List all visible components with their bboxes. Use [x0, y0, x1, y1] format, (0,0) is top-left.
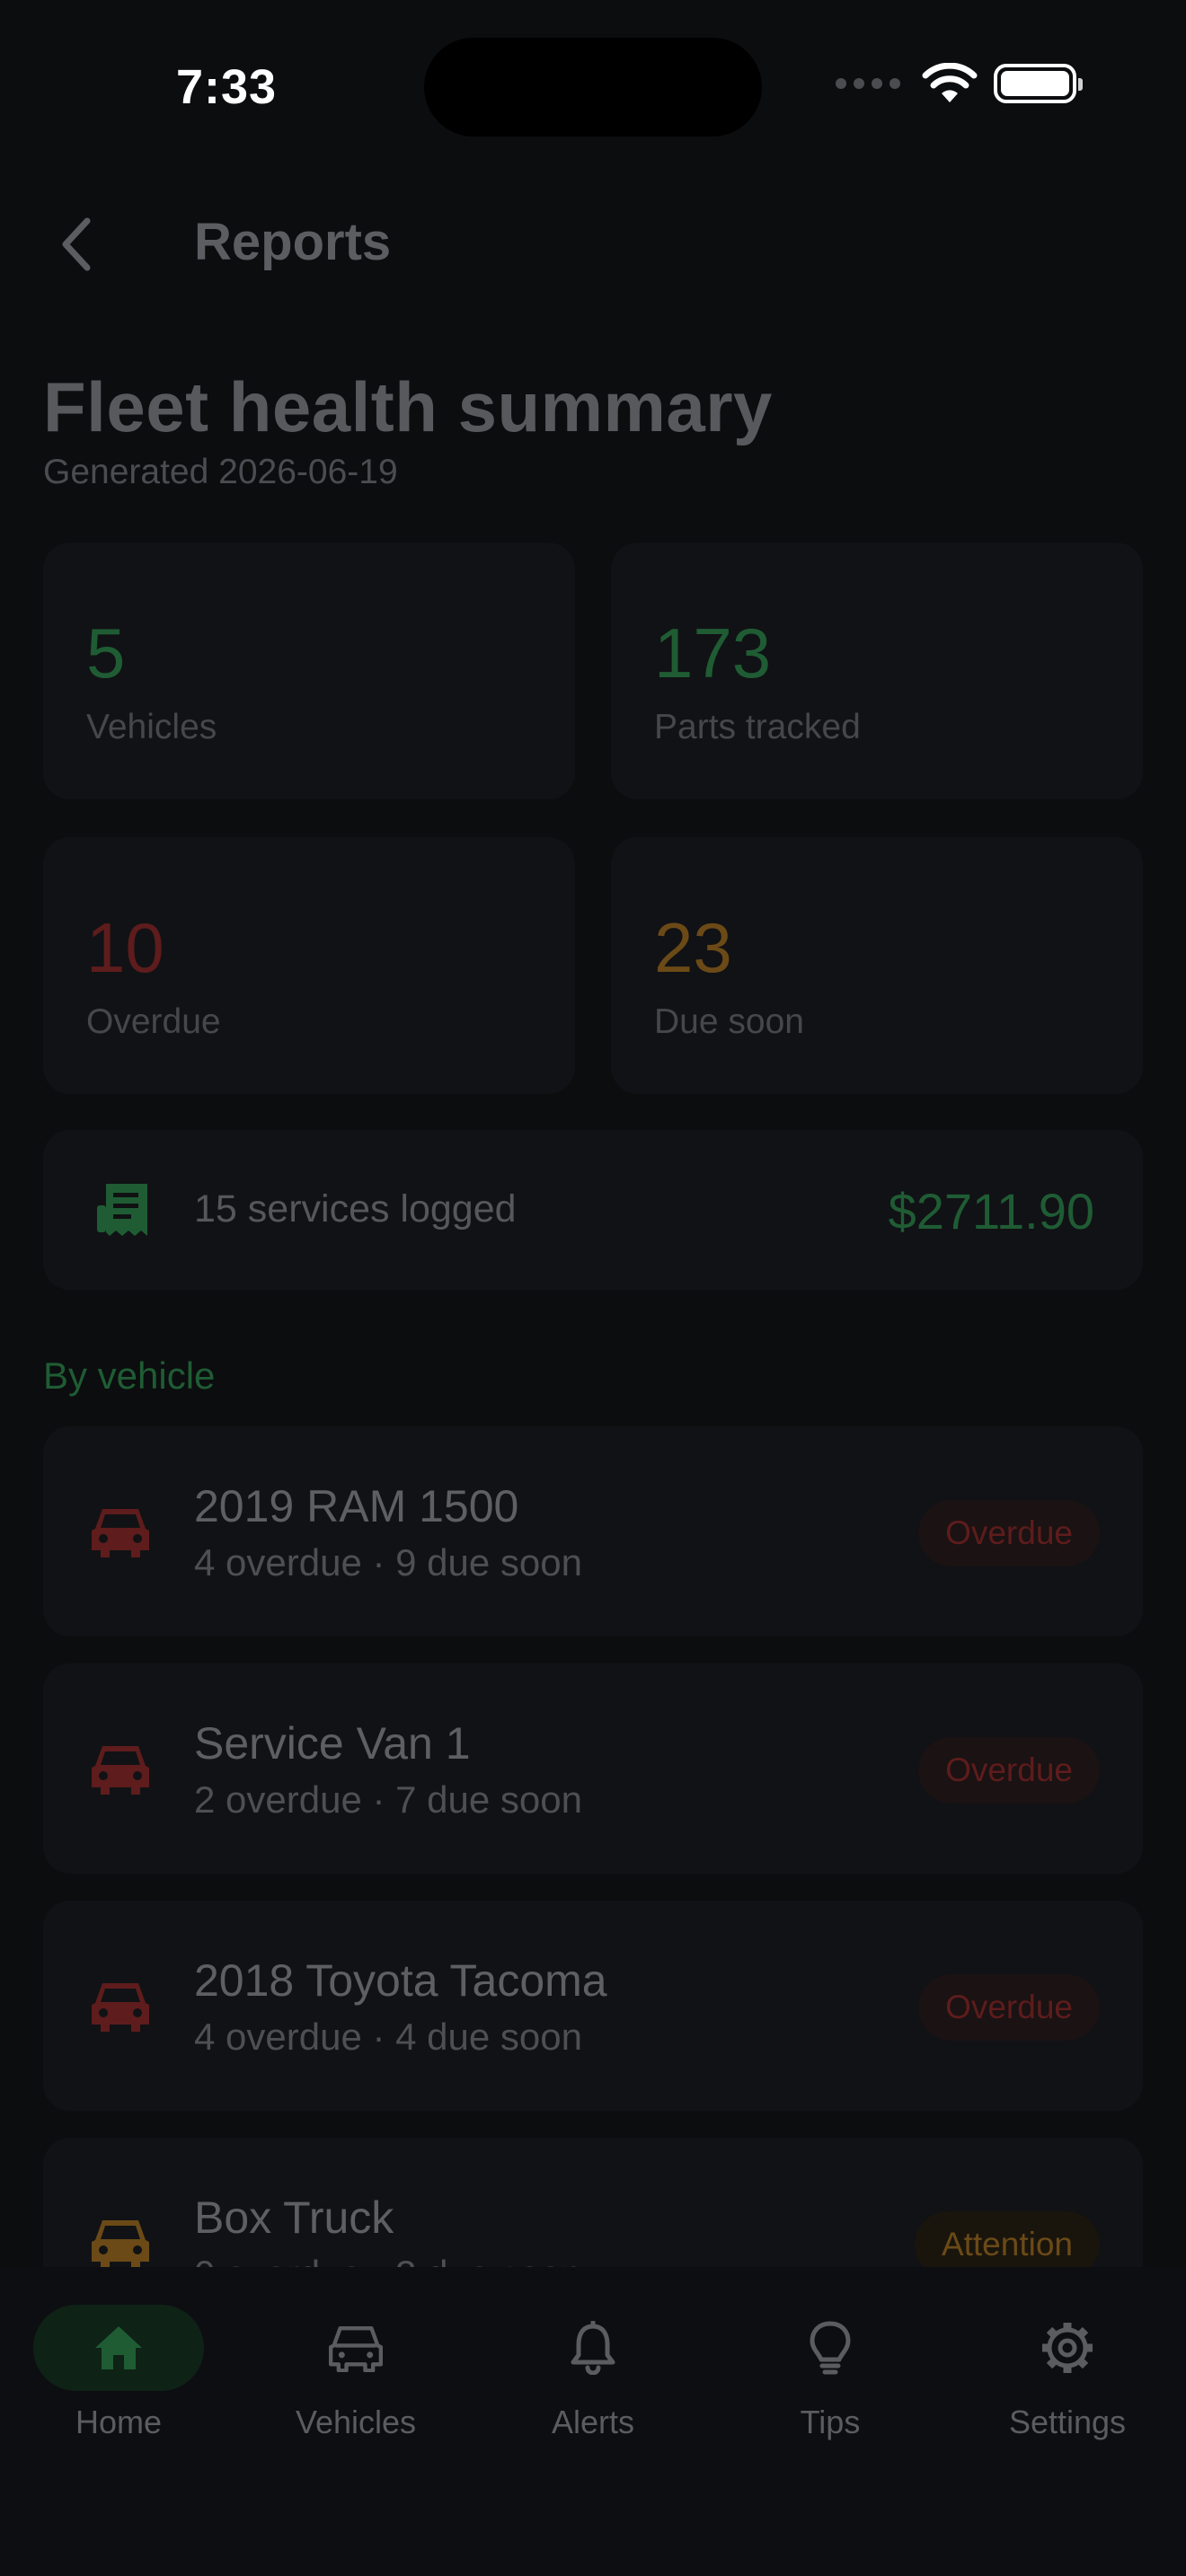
- nav-vehicles[interactable]: Vehicles: [266, 2305, 446, 2441]
- stat-card-parts: 173 Parts tracked: [611, 543, 1143, 799]
- nav-label: Vehicles: [295, 2404, 417, 2440]
- vehicle-detail: 2 overdue · 7 due soon: [194, 1778, 582, 1821]
- bell-icon: [508, 2305, 678, 2391]
- wifi-icon: [922, 63, 978, 102]
- lightbulb-icon: [745, 2305, 916, 2391]
- gear-icon: [982, 2305, 1153, 2391]
- page-title: Reports: [194, 213, 392, 271]
- status-badge: Overdue: [918, 1974, 1100, 2041]
- stat-label: Overdue: [86, 1002, 221, 1041]
- receipt-icon: [97, 1184, 147, 1236]
- nav-alerts[interactable]: Alerts: [503, 2305, 683, 2441]
- car-icon: [92, 1983, 149, 2032]
- vehicle-name: 2019 RAM 1500: [194, 1481, 519, 1531]
- nav-label: Settings: [1008, 2404, 1127, 2440]
- car-icon: [92, 2220, 149, 2269]
- car-icon: [92, 1509, 149, 1557]
- nav-label: Tips: [800, 2404, 861, 2440]
- vehicle-row[interactable]: Service Van 1 2 overdue · 7 due soon Ove…: [43, 1663, 1143, 1874]
- stat-card-due-soon: 23 Due soon: [611, 837, 1143, 1094]
- services-count: 15 services logged: [194, 1187, 517, 1231]
- nav-tips[interactable]: Tips: [740, 2305, 920, 2441]
- vehicle-name: 2018 Toyota Tacoma: [194, 1955, 607, 2006]
- vehicle-name: Service Van 1: [194, 1718, 471, 1769]
- bottom-nav: Home Vehicles Alerts Tips Settings: [0, 2267, 1186, 2576]
- car-icon: [92, 1746, 149, 1795]
- section-by-vehicle: By vehicle: [43, 1354, 216, 1397]
- stat-card-overdue: 10 Overdue: [43, 837, 575, 1094]
- nav-label: Alerts: [551, 2404, 635, 2440]
- stat-card-vehicles: 5 Vehicles: [43, 543, 575, 799]
- summary-title: Fleet health summary: [43, 367, 773, 446]
- stat-label: Parts tracked: [654, 708, 861, 746]
- status-time: 7:33: [176, 60, 278, 114]
- status-badge: Overdue: [918, 1500, 1100, 1566]
- services-total: $2711.90: [888, 1183, 1094, 1239]
- reports-screen: 7:33 Reports Fleet health summary Genera…: [0, 0, 1186, 2576]
- nav-label: Home: [75, 2404, 163, 2440]
- vehicle-row[interactable]: 2019 RAM 1500 4 overdue · 9 due soon Ove…: [43, 1426, 1143, 1636]
- nav-home[interactable]: Home: [29, 2305, 208, 2441]
- services-summary-card[interactable]: 15 services logged $2711.90: [43, 1130, 1143, 1290]
- vehicle-name: Box Truck: [194, 2192, 394, 2243]
- stat-value: 23: [654, 908, 732, 987]
- back-button[interactable]: [45, 208, 108, 280]
- stat-value: 10: [86, 908, 164, 987]
- status-badge: Overdue: [918, 1737, 1100, 1804]
- dynamic-island: [424, 38, 762, 137]
- generated-date: Generated 2026-06-19: [43, 453, 398, 491]
- stat-value: 173: [654, 613, 772, 693]
- nav-settings[interactable]: Settings: [978, 2305, 1157, 2441]
- status-indicators: [836, 63, 1083, 104]
- chevron-left-icon: [62, 217, 91, 271]
- home-icon: [33, 2305, 204, 2391]
- battery-icon: [994, 64, 1083, 103]
- vehicle-row[interactable]: 2018 Toyota Tacoma 4 overdue · 4 due soo…: [43, 1901, 1143, 2111]
- cellular-signal-icon: [836, 78, 900, 89]
- vehicle-detail: 4 overdue · 9 due soon: [194, 1541, 582, 1584]
- car-icon: [270, 2305, 441, 2391]
- stat-label: Vehicles: [86, 708, 217, 746]
- vehicle-detail: 4 overdue · 4 due soon: [194, 2016, 582, 2058]
- stat-value: 5: [86, 613, 126, 693]
- stat-label: Due soon: [654, 1002, 804, 1041]
